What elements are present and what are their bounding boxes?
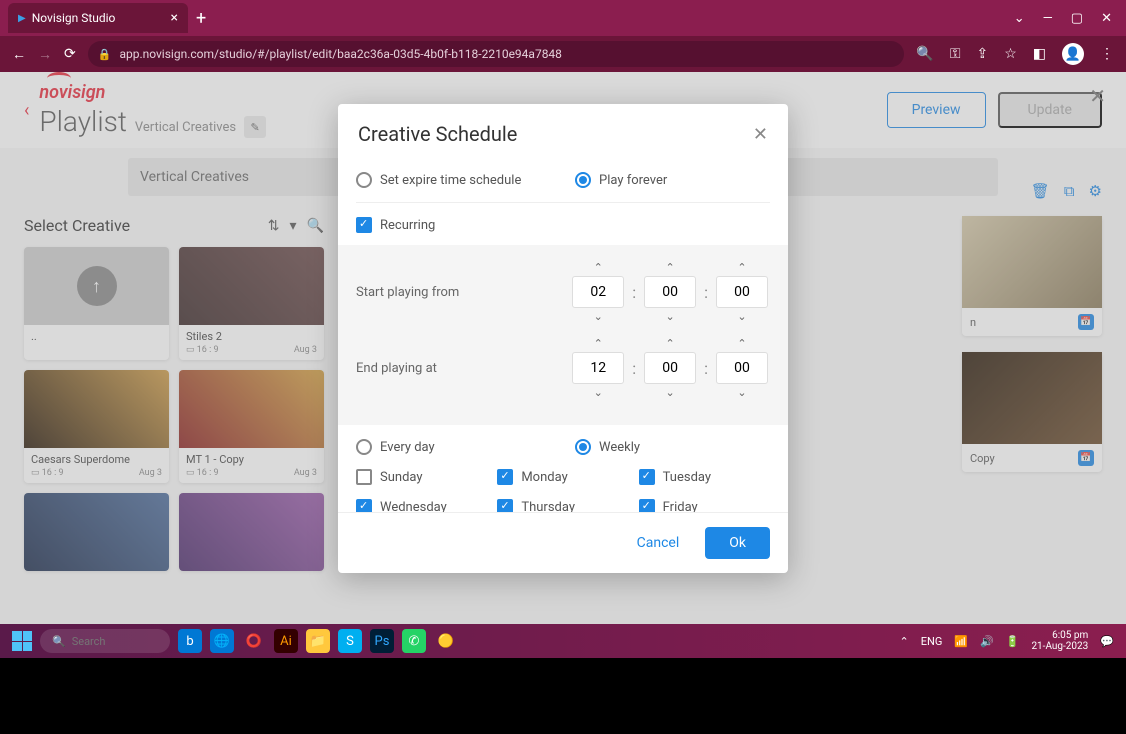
monday-checkbox[interactable]: Monday [497, 469, 628, 485]
weekly-radio[interactable]: Weekly [575, 439, 770, 455]
hour-up-icon[interactable]: ⌃ [592, 335, 605, 352]
toolbar-right: 🔍 ⚿ ⇪ ☆ ◧ 👤 ⋮ [916, 43, 1114, 65]
sec-down-icon[interactable]: ⌄ [735, 308, 748, 325]
tab-close-icon[interactable]: × [171, 10, 178, 26]
end-hour-input[interactable] [572, 352, 624, 384]
window-controls: ⌄ ― ▢ ✕ [1014, 11, 1126, 26]
notifications-icon[interactable]: 💬 [1100, 635, 1114, 648]
sunday-checkbox[interactable]: Sunday [356, 469, 487, 485]
new-tab-button[interactable]: + [196, 8, 206, 29]
min-down-icon[interactable]: ⌄ [664, 384, 677, 401]
tab-bar: ▶ Novisign Studio × + ⌄ ― ▢ ✕ [0, 0, 1126, 36]
forward-button[interactable]: → [38, 46, 52, 63]
end-time-label: End playing at [356, 361, 570, 376]
start-min-input[interactable] [644, 276, 696, 308]
modal-title: Creative Schedule [358, 122, 753, 146]
chevron-down-icon[interactable]: ⌄ [1014, 11, 1025, 26]
illustrator-icon[interactable]: Ai [274, 629, 298, 653]
start-sec-input[interactable] [716, 276, 768, 308]
sec-up-icon[interactable]: ⌃ [735, 259, 748, 276]
letterbox [0, 658, 1126, 734]
hour-down-icon[interactable]: ⌄ [592, 384, 605, 401]
taskbar: 🔍 b 🌐 ⭕ Ai 📁 S Ps ✆ 🟡 ⌃ ENG 📶 🔊 🔋 6:05 p… [0, 624, 1126, 658]
key-icon[interactable]: ⚿ [950, 46, 961, 62]
every-day-radio[interactable]: Every day [356, 439, 551, 455]
search-icon: 🔍 [52, 635, 66, 648]
taskbar-search[interactable]: 🔍 [40, 629, 170, 653]
end-min-input[interactable] [644, 352, 696, 384]
battery-icon[interactable]: 🔋 [1006, 635, 1020, 648]
modal-overlay: Creative Schedule ✕ Set expire time sche… [0, 72, 1126, 624]
chrome-profile-icon[interactable]: 🟡 [434, 629, 458, 653]
sec-up-icon[interactable]: ⌃ [735, 335, 748, 352]
schedule-modal: Creative Schedule ✕ Set expire time sche… [338, 104, 788, 573]
taskbar-search-input[interactable] [72, 635, 158, 648]
lock-icon: 🔒 [98, 48, 112, 61]
start-time-label: Start playing from [356, 285, 570, 300]
photoshop-icon[interactable]: Ps [370, 629, 394, 653]
address-bar: ← → ⟳ 🔒 app.novisign.com/studio/#/playli… [0, 36, 1126, 72]
min-up-icon[interactable]: ⌃ [664, 335, 677, 352]
modal-close-icon[interactable]: ✕ [753, 124, 768, 145]
tab-title: Novisign Studio [32, 11, 116, 25]
maximize-button[interactable]: ▢ [1071, 11, 1083, 26]
friday-checkbox[interactable]: Friday [639, 499, 770, 512]
chrome-icon[interactable]: ⭕ [242, 629, 266, 653]
close-window-button[interactable]: ✕ [1101, 11, 1112, 26]
expire-schedule-radio[interactable]: Set expire time schedule [356, 172, 551, 188]
minimize-button[interactable]: ― [1043, 11, 1053, 26]
bookmark-icon[interactable]: ☆ [1004, 46, 1017, 62]
profile-button[interactable]: 👤 [1062, 43, 1084, 65]
bing-icon[interactable]: b [178, 629, 202, 653]
search-icon[interactable]: 🔍 [916, 46, 933, 62]
tray-chevron-icon[interactable]: ⌃ [900, 635, 909, 648]
wifi-icon[interactable]: 📶 [954, 635, 968, 648]
clock[interactable]: 6:05 pm 21-Aug-2023 [1031, 630, 1088, 652]
menu-icon[interactable]: ⋮ [1100, 46, 1114, 62]
url-text: app.novisign.com/studio/#/playlist/edit/… [119, 47, 561, 61]
browser-tab[interactable]: ▶ Novisign Studio × [8, 3, 188, 33]
ok-button[interactable]: Ok [705, 527, 770, 559]
min-down-icon[interactable]: ⌄ [664, 308, 677, 325]
browser-chrome: ▶ Novisign Studio × + ⌄ ― ▢ ✕ ← → ⟳ 🔒 ap… [0, 0, 1126, 72]
extensions-icon[interactable]: ◧ [1033, 46, 1046, 62]
sec-down-icon[interactable]: ⌄ [735, 384, 748, 401]
thursday-checkbox[interactable]: Thursday [497, 499, 628, 512]
recurring-checkbox[interactable]: Recurring [356, 217, 770, 233]
whatsapp-icon[interactable]: ✆ [402, 629, 426, 653]
play-forever-radio[interactable]: Play forever [575, 172, 770, 188]
volume-icon[interactable]: 🔊 [980, 635, 994, 648]
tuesday-checkbox[interactable]: Tuesday [639, 469, 770, 485]
wednesday-checkbox[interactable]: Wednesday [356, 499, 487, 512]
min-up-icon[interactable]: ⌃ [664, 259, 677, 276]
edge-icon[interactable]: 🌐 [210, 629, 234, 653]
hour-down-icon[interactable]: ⌄ [592, 308, 605, 325]
reload-button[interactable]: ⟳ [64, 46, 76, 62]
skype-icon[interactable]: S [338, 629, 362, 653]
share-icon[interactable]: ⇪ [976, 46, 988, 62]
explorer-icon[interactable]: 📁 [306, 629, 330, 653]
cancel-button[interactable]: Cancel [621, 527, 696, 559]
start-button[interactable] [12, 631, 32, 651]
play-icon: ▶ [18, 13, 26, 24]
url-field[interactable]: 🔒 app.novisign.com/studio/#/playlist/edi… [88, 41, 905, 67]
language-indicator[interactable]: ENG [921, 635, 943, 648]
end-sec-input[interactable] [716, 352, 768, 384]
app-area: ‹ novisign Playlist Vertical Creatives ✎… [0, 72, 1126, 624]
hour-up-icon[interactable]: ⌃ [592, 259, 605, 276]
back-button[interactable]: ← [12, 46, 26, 63]
start-hour-input[interactable] [572, 276, 624, 308]
